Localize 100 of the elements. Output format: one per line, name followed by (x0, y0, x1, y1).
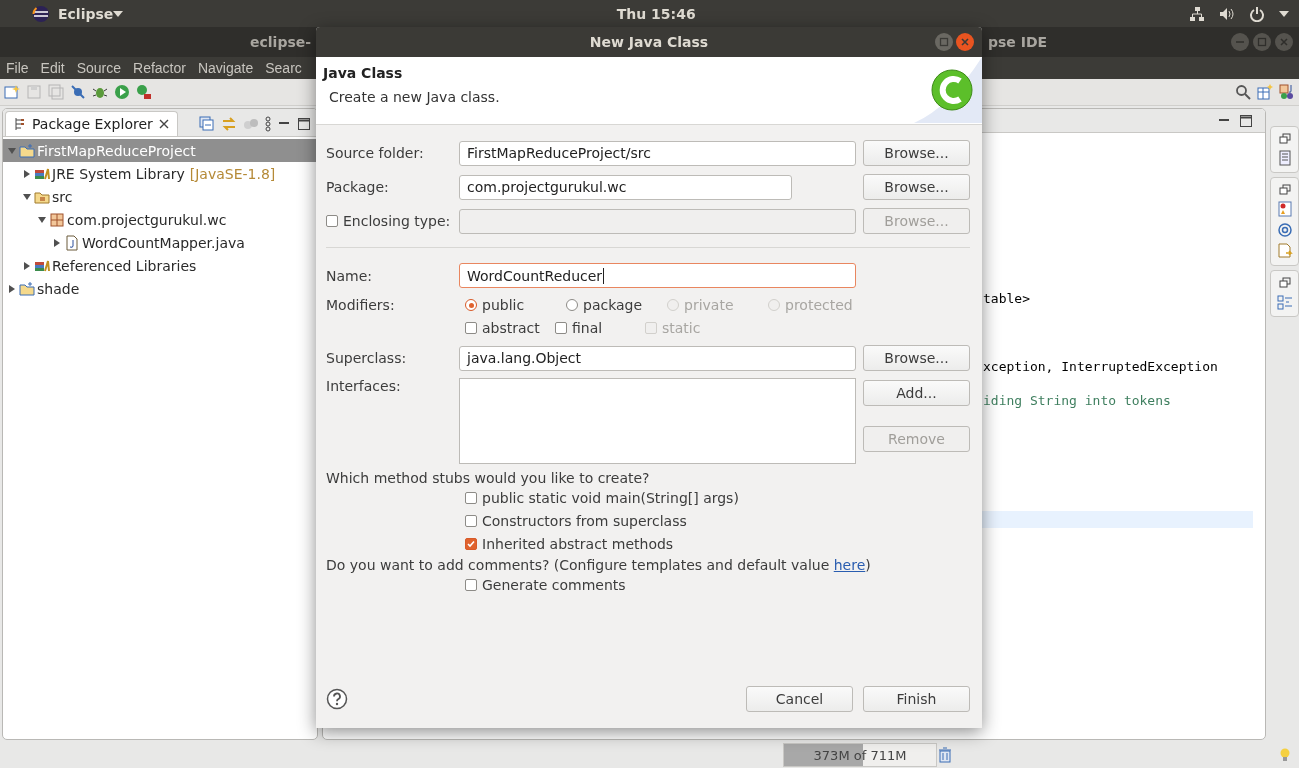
tree-item-label: src (52, 188, 73, 205)
header-description: Create a new Java class. (329, 89, 501, 105)
text-field[interactable]: com.projectgurukul.wc (459, 174, 792, 200)
text-field[interactable]: FirstMapReduceProject/src (459, 140, 856, 166)
checkbox-label: static (662, 320, 701, 336)
run-tool-icon[interactable] (136, 84, 152, 100)
radio-label: protected (785, 297, 853, 313)
package-explorer-icon (14, 117, 26, 131)
radio-label: public (482, 297, 525, 313)
project-folder-icon (19, 280, 35, 297)
tree-item[interactable]: WordCountMapper.java (3, 231, 317, 254)
menu-item[interactable]: Navigate (197, 60, 254, 76)
link-editor-icon[interactable] (221, 116, 237, 132)
checkbox[interactable] (465, 322, 477, 334)
outline-icon[interactable] (1276, 294, 1293, 310)
collapsed-arrow-icon[interactable] (7, 283, 17, 294)
browse-button[interactable]: Browse... (863, 174, 970, 200)
menu-item[interactable]: Searc (265, 60, 302, 76)
tree-item[interactable]: src (3, 185, 317, 208)
power-icon[interactable] (1249, 5, 1265, 22)
view-tab[interactable]: Package Explorer (5, 111, 178, 136)
tree-item[interactable]: Referenced Libraries (3, 254, 317, 277)
collapsed-arrow-icon[interactable] (22, 260, 32, 271)
search-icon[interactable] (1235, 84, 1251, 100)
menu-item[interactable]: Source (76, 60, 122, 76)
code-line: xception, InterruptedException (983, 359, 1218, 374)
window-title: pse IDE (988, 34, 1048, 50)
new-item-icon[interactable] (4, 84, 20, 100)
open-perspective-icon[interactable] (1257, 84, 1273, 100)
restore-icon[interactable] (1278, 277, 1291, 289)
caret-icon[interactable] (113, 9, 124, 18)
run-icon[interactable] (114, 84, 130, 100)
checkbox[interactable] (555, 322, 567, 334)
package-icon (49, 211, 65, 228)
checkbox-label: Generate comments (482, 577, 626, 593)
code-comment: iding String into tokens (983, 393, 1171, 408)
tree-item-label: WordCountMapper.java (82, 234, 245, 251)
tree-item[interactable]: shade (3, 277, 317, 300)
text-field[interactable]: java.lang.Object (459, 345, 856, 371)
tree-item-label: com.projectgurukul.wc (67, 211, 227, 228)
close-icon[interactable] (158, 119, 169, 129)
eclipse-logo-icon (32, 4, 50, 23)
checkbox[interactable] (465, 491, 477, 504)
problems-icon[interactable] (1276, 201, 1293, 217)
document-icon[interactable] (1276, 150, 1293, 166)
checkbox[interactable] (465, 579, 477, 591)
restore-icon[interactable] (1278, 184, 1291, 196)
name-field[interactable]: WordCountReducer (459, 263, 856, 288)
maximize-icon[interactable] (1239, 113, 1253, 128)
view-menu-icon[interactable] (265, 116, 271, 132)
field-label: Superclass: (326, 350, 408, 366)
code-line: table> (983, 291, 1030, 306)
radio-label: package (583, 297, 643, 313)
java-perspective-icon[interactable] (1279, 84, 1295, 100)
expanded-arrow-icon[interactable] (22, 191, 32, 202)
tree-item-decoration: [JavaSE-1.8] (189, 165, 276, 182)
radio-label: private (684, 297, 734, 313)
trash-icon[interactable] (937, 747, 953, 763)
collapse-all-icon[interactable] (199, 116, 215, 132)
checkbox-label: abstract (482, 320, 540, 336)
cancel-button[interactable]: Cancel (746, 686, 853, 712)
collapsed-arrow-icon[interactable] (52, 237, 62, 248)
add-button[interactable]: Add... (863, 380, 970, 406)
network-icon[interactable] (1189, 5, 1205, 22)
checkbox[interactable] (465, 537, 477, 550)
app-menu[interactable]: Eclipse (58, 5, 114, 22)
radio-button[interactable] (566, 299, 578, 311)
restore-icon[interactable] (1278, 133, 1291, 145)
menu-item[interactable]: Refactor (133, 60, 186, 76)
expanded-arrow-icon[interactable] (37, 214, 47, 225)
maximize-icon[interactable] (297, 117, 311, 131)
declaration-icon[interactable] (1276, 243, 1293, 259)
tree-item[interactable]: com.projectgurukul.wc (3, 208, 317, 231)
field-label: Name: (326, 267, 374, 284)
header-title: Java Class (323, 65, 404, 81)
interfaces-list[interactable] (459, 378, 856, 464)
checkbox-label: Inherited abstract methods (482, 535, 674, 552)
help-icon[interactable] (326, 688, 348, 710)
skip-breakpoints-icon[interactable] (70, 84, 86, 100)
clock[interactable]: Thu 15:46 (616, 5, 696, 22)
menu-item[interactable]: Edit (40, 60, 65, 76)
radio-button[interactable] (465, 299, 477, 311)
question-text: Which method stubs would you like to create? (326, 470, 651, 486)
field-label: Interfaces: (326, 378, 402, 394)
browse-button[interactable]: Browse... (863, 345, 970, 371)
checkbox-label: Enclosing type: (343, 213, 451, 229)
finish-button[interactable]: Finish (863, 686, 970, 712)
browse-button[interactable]: Browse... (863, 140, 970, 166)
tree-item-label: Referenced Libraries (52, 257, 197, 274)
configure-link[interactable]: here (833, 557, 866, 573)
java-file-icon (64, 234, 80, 251)
menu-item[interactable]: File (6, 60, 29, 76)
caret-icon[interactable] (1279, 9, 1289, 18)
window-title: eclipse- (250, 34, 312, 50)
checkbox[interactable] (465, 514, 477, 527)
checkbox-label: public static void main(String[] args) (482, 489, 739, 506)
tree-item-label: shade (37, 280, 80, 297)
tree-item[interactable]: JRE System Library [JavaSE-1.8] (3, 162, 317, 185)
checkbox-label: Constructors from superclass (482, 512, 687, 529)
collapsed-arrow-icon[interactable] (22, 168, 32, 179)
